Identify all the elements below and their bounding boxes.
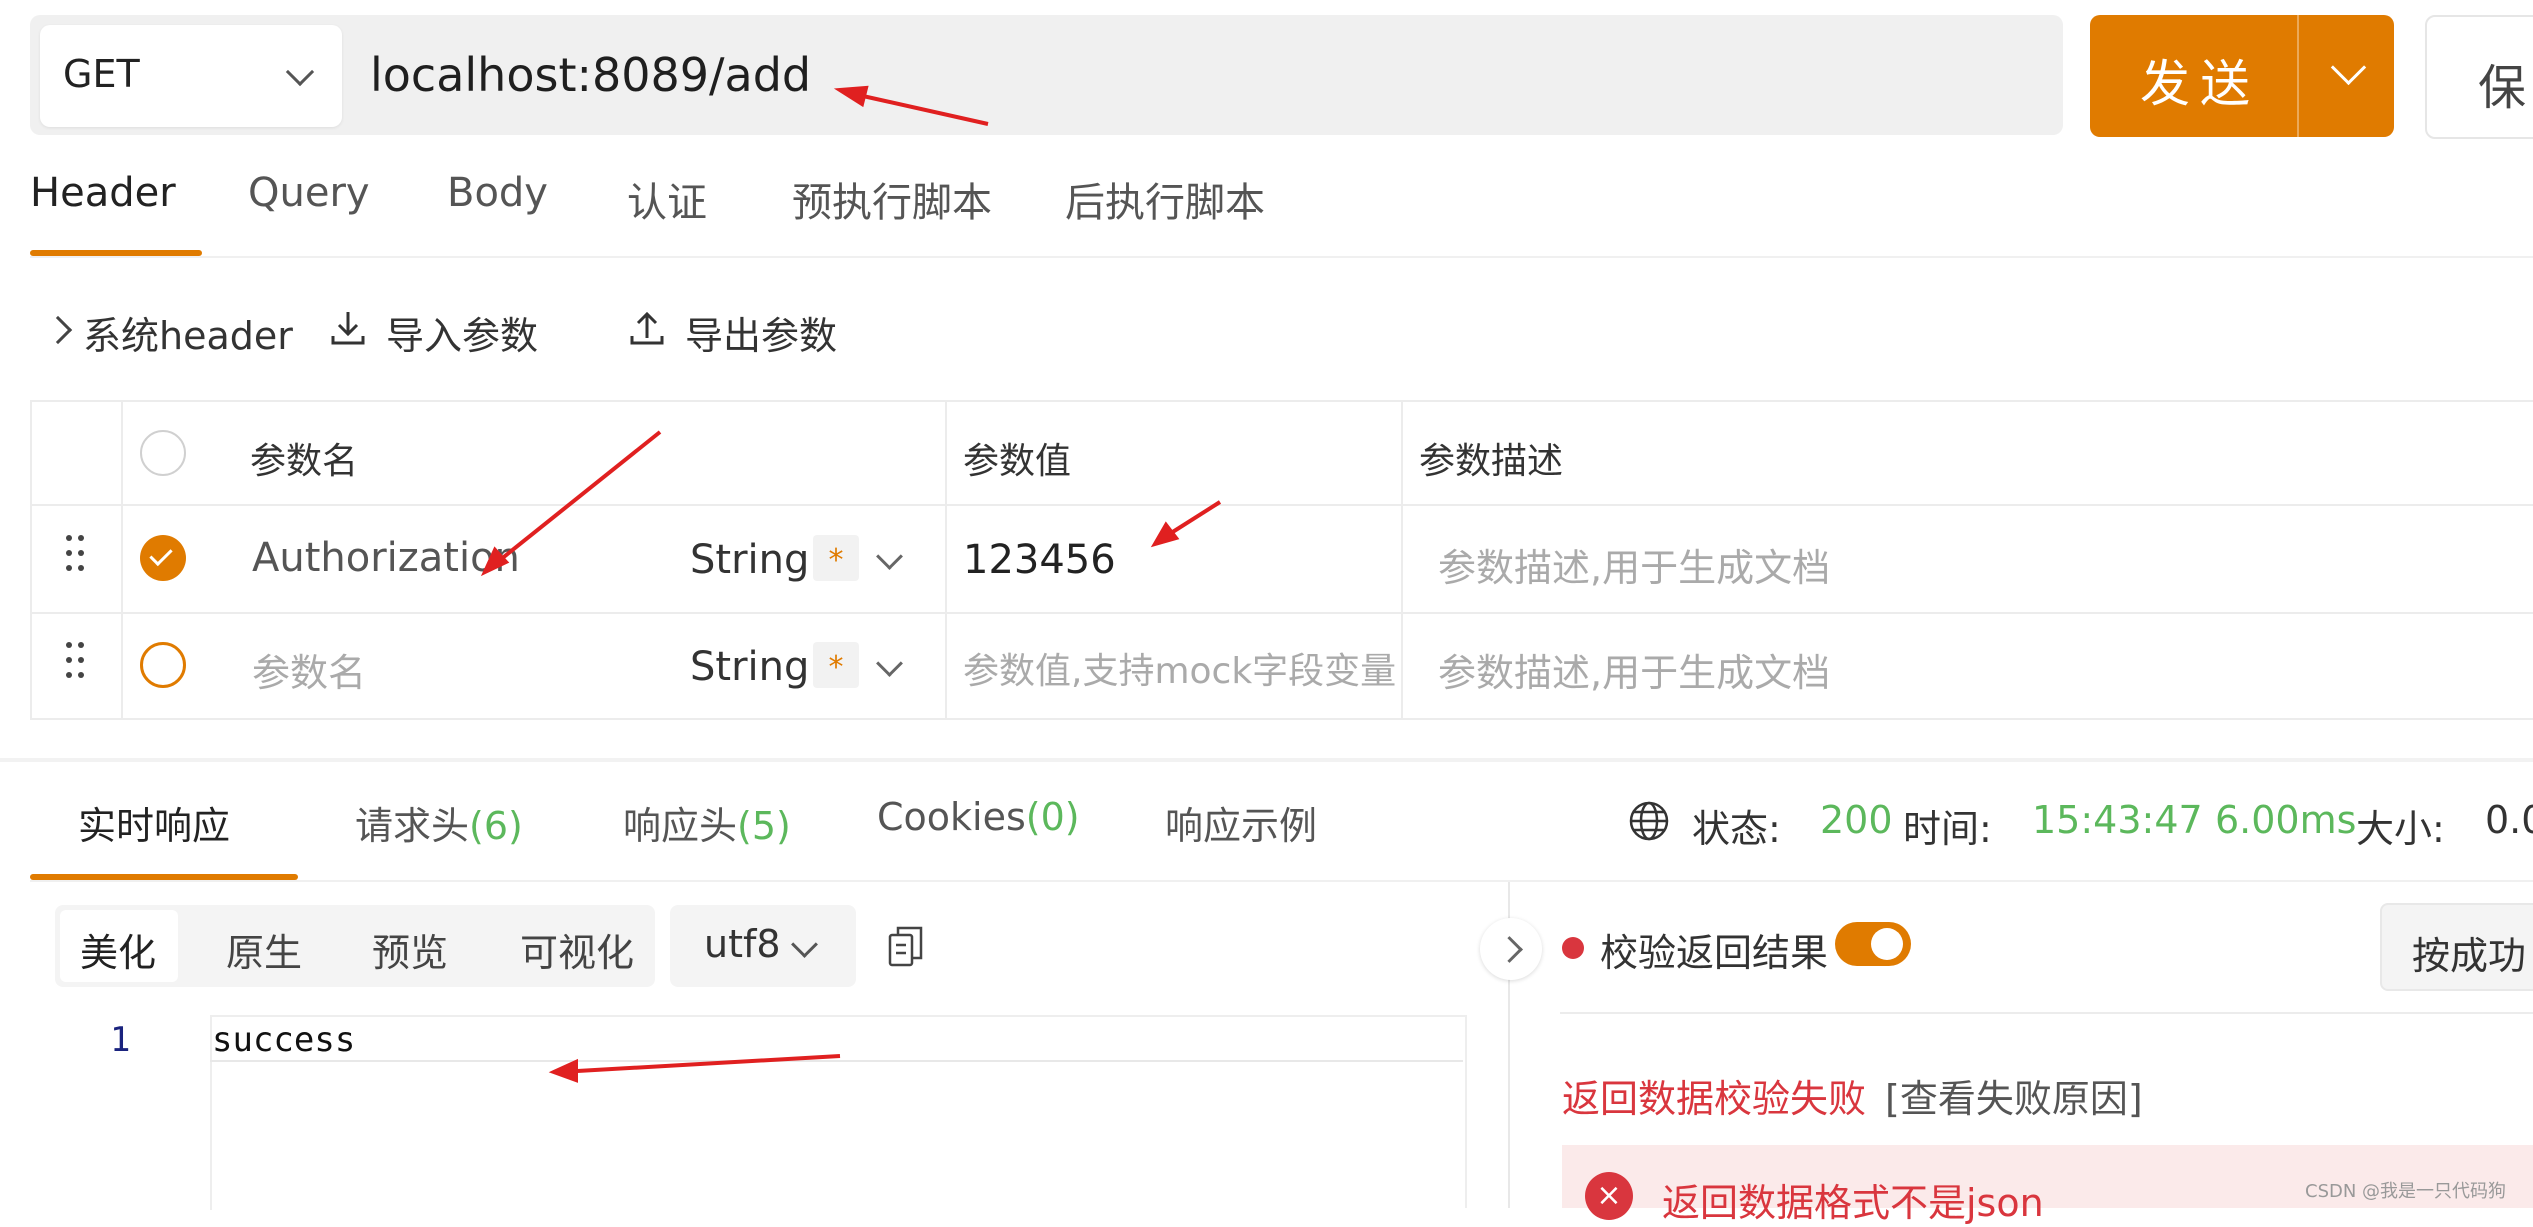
annotation-arrows [480,85,1222,1083]
arrow-line [844,90,989,126]
arrowhead [480,546,510,577]
arrow-line [488,430,662,570]
arrowhead [833,85,869,108]
arrowhead [1150,521,1180,548]
arrow-line [559,1054,841,1074]
arrowhead [548,1058,578,1083]
